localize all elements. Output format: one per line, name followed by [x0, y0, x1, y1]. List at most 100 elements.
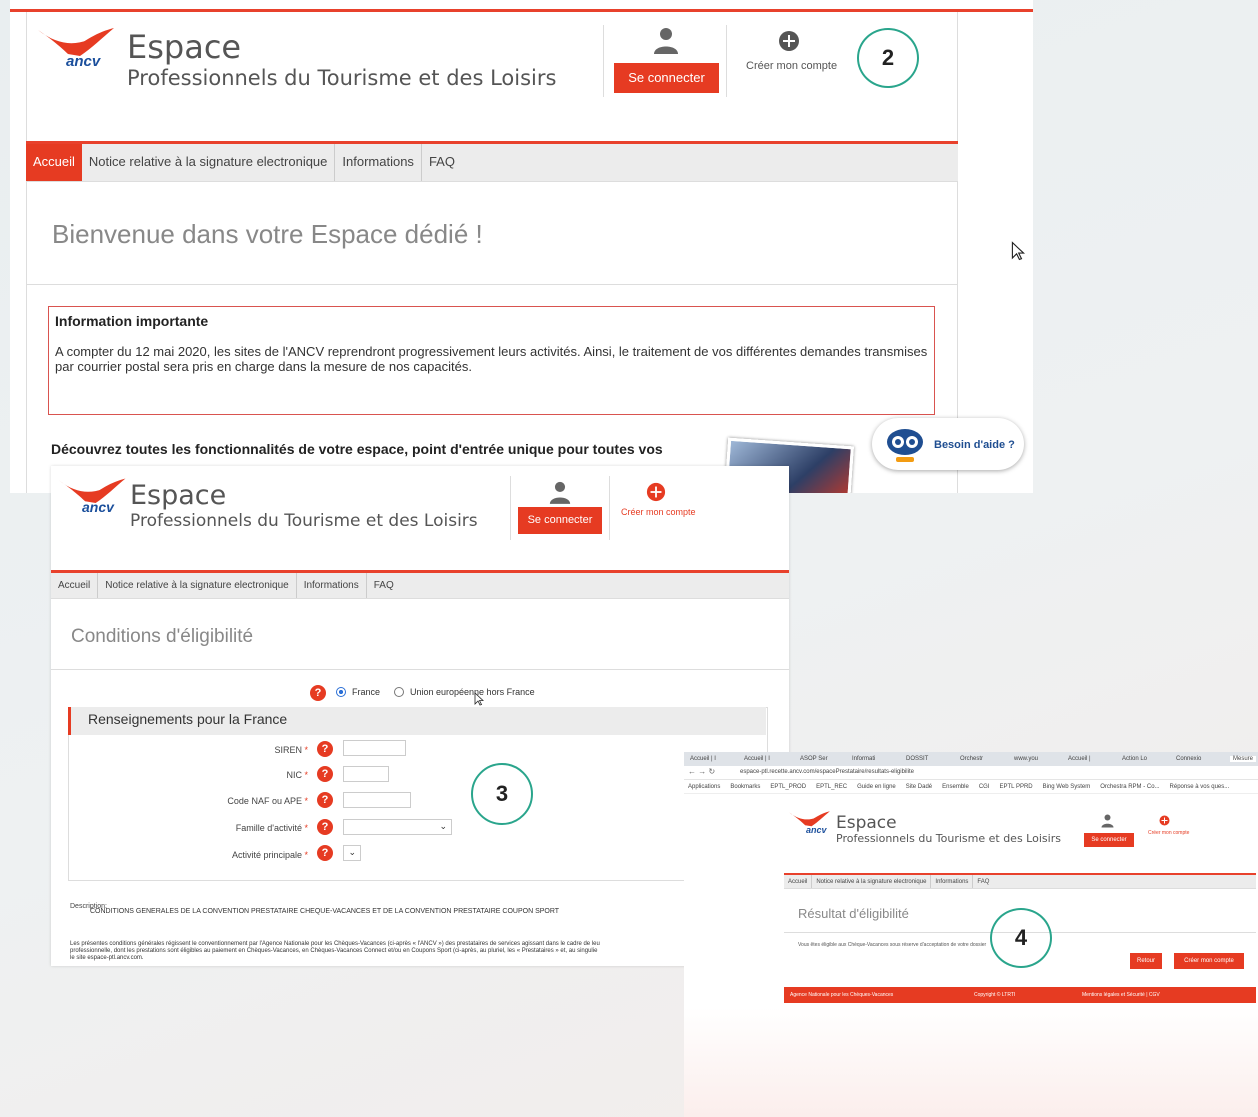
radio-france-label: France — [352, 687, 381, 697]
help-icon[interactable]: ? — [310, 685, 326, 701]
browser-tab[interactable]: Informati — [852, 756, 875, 762]
nav-arrows-icon[interactable]: ← → ↻ — [688, 767, 715, 776]
bookmark[interactable]: Guide en ligne — [857, 784, 896, 790]
famille-select[interactable]: ⌄ — [343, 819, 452, 835]
nav-notice[interactable]: Notice relative à la signature electroni… — [98, 573, 297, 598]
bookmark[interactable]: EPTL_REC — [816, 784, 847, 790]
info-text: A compter du 12 mai 2020, les sites de l… — [55, 344, 928, 374]
browser-tab[interactable]: DOSSIT — [906, 756, 928, 762]
main-nav: Accueil Notice relative à la signature el… — [51, 573, 789, 599]
chevron-down-icon: ⌄ — [348, 847, 356, 857]
brand-subtitle: Professionnels du Tourisme et des Loisir… — [836, 832, 1061, 845]
footer: Agence Nationale pour les Chèques-Vacanc… — [784, 987, 1256, 1003]
result-text: Vous êtes éligible aux Chèque-Vacances s… — [798, 942, 987, 948]
nav-faq[interactable]: FAQ — [973, 875, 993, 888]
browser-tab[interactable]: Connexio — [1176, 756, 1201, 762]
brand-subtitle: Professionnels du Tourisme et des Loisir… — [127, 66, 557, 90]
nav-notice[interactable]: Notice relative à la signature electroni… — [812, 875, 932, 888]
footer-legal[interactable]: Mentions légales et Sécurité | CGV — [1082, 987, 1160, 1003]
browser-tab[interactable]: Action Lo — [1122, 756, 1147, 762]
brand-small: ancv — [806, 825, 827, 835]
conditions-line-3: le site espace-ptl.ancv.com. — [70, 955, 144, 961]
siren-label: SIREN * — [274, 745, 308, 755]
login-button[interactable]: Se connecter — [1084, 833, 1134, 847]
bookmark[interactable]: Site Dadé — [906, 784, 932, 790]
browser-tab[interactable]: Orchestr — [960, 756, 983, 762]
screenshot-eligibility-form: ancv Espace Professionnels du Tourisme e… — [51, 466, 789, 966]
nav-accueil[interactable]: Accueil — [51, 573, 99, 598]
help-icon[interactable]: ? — [317, 819, 333, 835]
user-icon — [549, 481, 571, 504]
radio-ue[interactable] — [394, 687, 404, 697]
add-account-icon — [646, 482, 666, 502]
footer-agency: Agence Nationale pour les Chèques-Vacanc… — [790, 992, 894, 998]
create-account-button[interactable]: Créer mon compte — [1174, 953, 1244, 969]
login-button[interactable]: Se connecter — [614, 63, 719, 93]
browser-tab[interactable]: www.you — [1014, 756, 1038, 762]
create-account-link[interactable]: Créer mon compte — [621, 507, 696, 517]
chevron-down-icon: ⌄ — [439, 821, 447, 831]
browser-tab[interactable]: Accueil | I — [744, 756, 770, 762]
activite-select[interactable]: ⌄ — [343, 845, 361, 861]
create-account-link[interactable]: Créer mon compte — [746, 60, 837, 72]
main-nav: Accueil Notice relative à la signature el… — [784, 875, 1256, 889]
main-nav: Accueil Notice relative à la signature el… — [26, 144, 958, 182]
bookmark[interactable]: CGI — [979, 784, 990, 790]
browser-tab[interactable]: Accueil | I — [690, 756, 716, 762]
user-icon — [1101, 814, 1114, 828]
screenshot-home: ancv Espace Professionnels du Tourisme e… — [10, 0, 1033, 493]
nav-informations[interactable]: Informations — [297, 573, 367, 598]
bookmark[interactable]: Applications — [688, 784, 720, 790]
login-button[interactable]: Se connecter — [518, 507, 602, 534]
help-button-label: Besoin d'aide ? — [934, 439, 1015, 451]
step-badge-2: 2 — [857, 28, 919, 88]
title-divider — [26, 284, 958, 285]
conditions-line-1: Les présentes conditions générales régis… — [70, 941, 600, 947]
info-title: Information importante — [55, 313, 209, 329]
title-divider — [51, 669, 789, 670]
brand-title: Espace — [836, 813, 897, 833]
back-button[interactable]: Retour — [1130, 953, 1162, 969]
bookmark[interactable]: Orchestra RPM - Co... — [1100, 784, 1159, 790]
brand-title: Espace — [127, 28, 242, 66]
brand-title: Espace — [130, 480, 227, 511]
nav-notice[interactable]: Notice relative à la signature electroni… — [82, 144, 336, 181]
page-title: Bienvenue dans votre Espace dédié ! — [52, 219, 483, 249]
create-account-link[interactable]: Créer mon compte — [1148, 830, 1189, 836]
nav-accueil[interactable]: Accueil — [784, 875, 813, 888]
browser-tab[interactable]: Mesure — [1230, 756, 1257, 762]
radio-france[interactable] — [336, 687, 346, 697]
bookmark[interactable]: Bookmarks — [730, 784, 760, 790]
page-title: Résultat d'éligibilité — [798, 906, 909, 921]
help-robot-icon — [887, 429, 923, 462]
help-icon[interactable]: ? — [317, 741, 333, 757]
user-icon — [654, 28, 678, 54]
add-account-icon — [1159, 815, 1170, 826]
nav-accueil[interactable]: Accueil — [26, 144, 82, 181]
nav-informations[interactable]: Informations — [931, 875, 974, 888]
help-icon[interactable]: ? — [317, 845, 333, 861]
footer-copyright: Copyright © LTRTI — [974, 992, 1016, 998]
cursor-icon — [1011, 241, 1025, 261]
radio-ue-label: Union européenne hors France — [410, 687, 535, 697]
nav-informations[interactable]: Informations — [335, 144, 422, 181]
browser-tab[interactable]: ASOP Ser — [800, 756, 828, 762]
nav-faq[interactable]: FAQ — [367, 573, 401, 598]
url-field[interactable]: espace-ptl.recette.ancv.com/espacePresta… — [740, 769, 914, 775]
browser-tab[interactable]: Accueil | — [1068, 756, 1091, 762]
nav-faq[interactable]: FAQ — [422, 144, 462, 181]
help-icon[interactable]: ? — [317, 766, 333, 782]
siren-input[interactable] — [343, 740, 406, 756]
bookmarks-bar: Applications Bookmarks EPTL_PROD EPTL_REC Gu… — [684, 780, 1258, 794]
add-account-icon — [779, 31, 799, 51]
naf-input[interactable] — [343, 792, 411, 808]
nic-input[interactable] — [343, 766, 389, 782]
bookmark[interactable]: Réponse à vos ques... — [1170, 784, 1230, 790]
bookmark[interactable]: Ensemble — [942, 784, 969, 790]
bookmark[interactable]: EPTL_PROD — [770, 784, 806, 790]
step-badge-3: 3 — [471, 763, 533, 825]
naf-label: Code NAF ou APE * — [227, 796, 308, 806]
bookmark[interactable]: Bing Web System — [1043, 784, 1091, 790]
help-icon[interactable]: ? — [317, 792, 333, 808]
bookmark[interactable]: EPTL PPRD — [1000, 784, 1033, 790]
